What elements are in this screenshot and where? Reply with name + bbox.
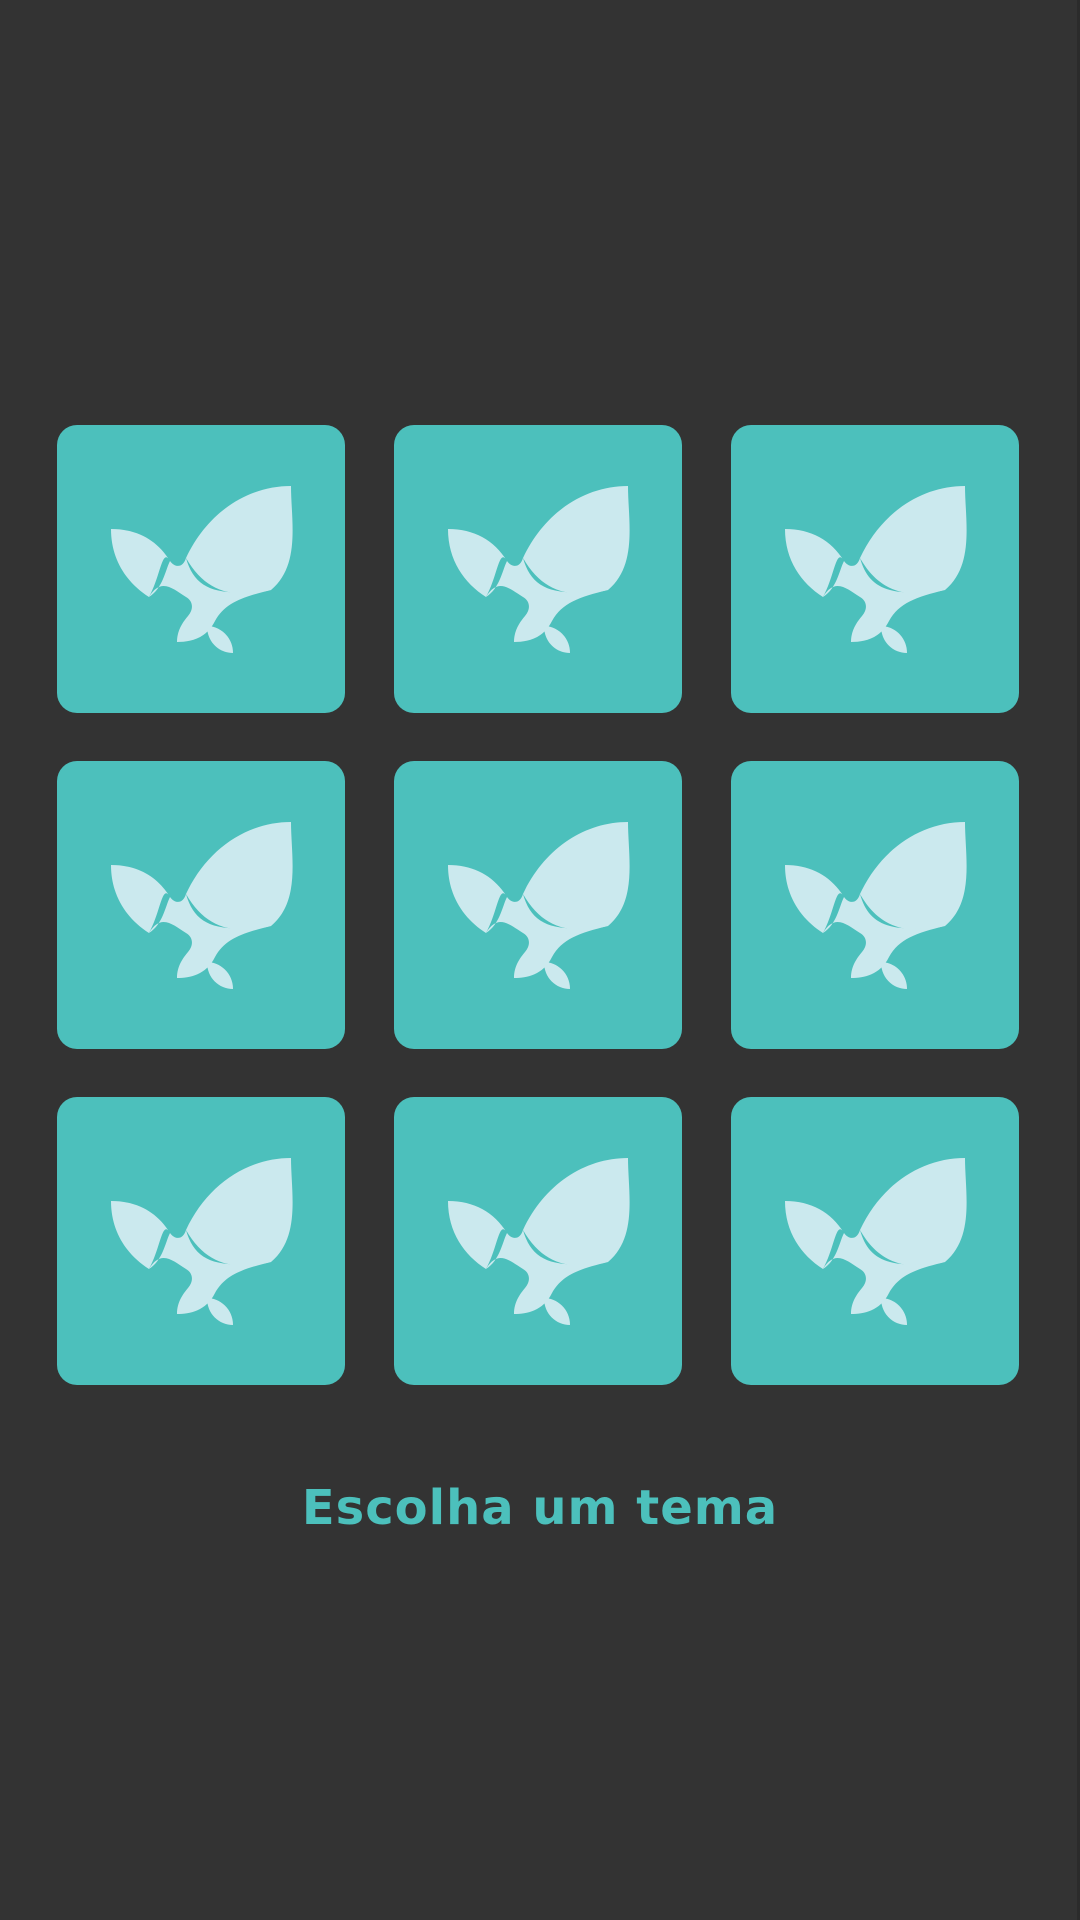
card-grid: [57, 425, 1019, 1387]
memory-card-4[interactable]: [57, 761, 345, 1049]
sprout-logo-icon: [111, 1158, 293, 1325]
sprout-logo-icon: [111, 822, 293, 989]
sprout-logo-icon: [111, 486, 293, 653]
sprout-logo-icon: [448, 1158, 630, 1325]
memory-card-9[interactable]: [731, 1097, 1019, 1385]
memory-card-5[interactable]: [394, 761, 682, 1049]
sprout-logo-icon: [785, 822, 967, 989]
sprout-logo-icon: [448, 486, 630, 653]
sprout-logo-icon: [785, 1158, 967, 1325]
memory-card-2[interactable]: [394, 425, 682, 713]
sprout-logo-icon: [785, 486, 967, 653]
choose-theme-title: Escolha um tema: [301, 1480, 779, 1536]
sprout-logo-icon: [448, 822, 630, 989]
memory-card-1[interactable]: [57, 425, 345, 713]
memory-card-8[interactable]: [394, 1097, 682, 1385]
memory-card-7[interactable]: [57, 1097, 345, 1385]
memory-card-6[interactable]: [731, 761, 1019, 1049]
memory-card-3[interactable]: [731, 425, 1019, 713]
